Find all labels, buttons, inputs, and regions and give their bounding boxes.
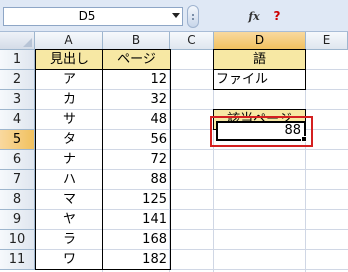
cell-d1[interactable]: 語: [213, 49, 306, 70]
formula-bar-splitter[interactable]: [187, 5, 199, 28]
cell-b9[interactable]: 141: [103, 210, 170, 230]
select-all-icon: [23, 38, 32, 47]
chevron-down-icon[interactable]: [172, 13, 180, 18]
name-box[interactable]: D5: [3, 7, 183, 26]
cell-b7[interactable]: 88: [103, 170, 170, 190]
row-header-3[interactable]: 3: [0, 90, 35, 110]
cell-b1[interactable]: ページ: [103, 50, 170, 70]
row-header-5[interactable]: 5: [0, 130, 35, 150]
fill-handle[interactable]: [301, 136, 307, 142]
cell-b2[interactable]: 12: [103, 70, 170, 90]
row-header-10[interactable]: 10: [0, 230, 35, 250]
insert-function-icon[interactable]: fx: [245, 7, 263, 26]
help-icon[interactable]: ?: [271, 7, 283, 26]
row-header-2[interactable]: 2: [0, 70, 35, 90]
cell-a6[interactable]: ナ: [36, 150, 103, 170]
row-header-8[interactable]: 8: [0, 190, 35, 210]
cell-b6[interactable]: 72: [103, 150, 170, 170]
cell-b10[interactable]: 168: [103, 230, 170, 250]
cell-a2[interactable]: ア: [36, 70, 103, 90]
cell-b5[interactable]: 56: [103, 130, 170, 150]
name-box-value: D5: [78, 9, 96, 23]
cell-a7[interactable]: ハ: [36, 170, 103, 190]
column-header-d[interactable]: D: [214, 32, 306, 50]
row-header-7[interactable]: 7: [0, 170, 35, 190]
select-all-corner[interactable]: [0, 32, 35, 50]
row-header-6[interactable]: 6: [0, 150, 35, 170]
active-cell-d5[interactable]: 88: [216, 121, 306, 141]
cell-a11[interactable]: ワ: [36, 250, 103, 270]
row-header-11[interactable]: 11: [0, 250, 35, 270]
cell-b3[interactable]: 32: [103, 90, 170, 110]
column-header-c[interactable]: C: [170, 32, 214, 50]
cell-a8[interactable]: マ: [36, 190, 103, 210]
row-header-9[interactable]: 9: [0, 210, 35, 230]
cell-a3[interactable]: カ: [36, 90, 103, 110]
cell-a1[interactable]: 見出し: [36, 50, 103, 70]
cell-b11[interactable]: 182: [103, 250, 170, 270]
column-header-b[interactable]: B: [103, 32, 170, 50]
cell-d2[interactable]: ファイル: [213, 69, 306, 90]
cell-a4[interactable]: サ: [36, 110, 103, 130]
row-header-1[interactable]: 1: [0, 50, 35, 70]
grip-icon: [192, 14, 194, 20]
cell-b4[interactable]: 48: [103, 110, 170, 130]
column-header-a[interactable]: A: [35, 32, 103, 50]
cell-a5[interactable]: タ: [36, 130, 103, 150]
formula-input[interactable]: fx ?: [205, 7, 348, 26]
cell-b8[interactable]: 125: [103, 190, 170, 210]
cell-d5-value: 88: [284, 123, 301, 138]
row-header-4[interactable]: 4: [0, 110, 35, 130]
cell-a10[interactable]: ラ: [36, 230, 103, 250]
formula-bar: D5 fx ?: [0, 0, 348, 32]
cell-a9[interactable]: ヤ: [36, 210, 103, 230]
column-header-e[interactable]: E: [306, 32, 348, 50]
